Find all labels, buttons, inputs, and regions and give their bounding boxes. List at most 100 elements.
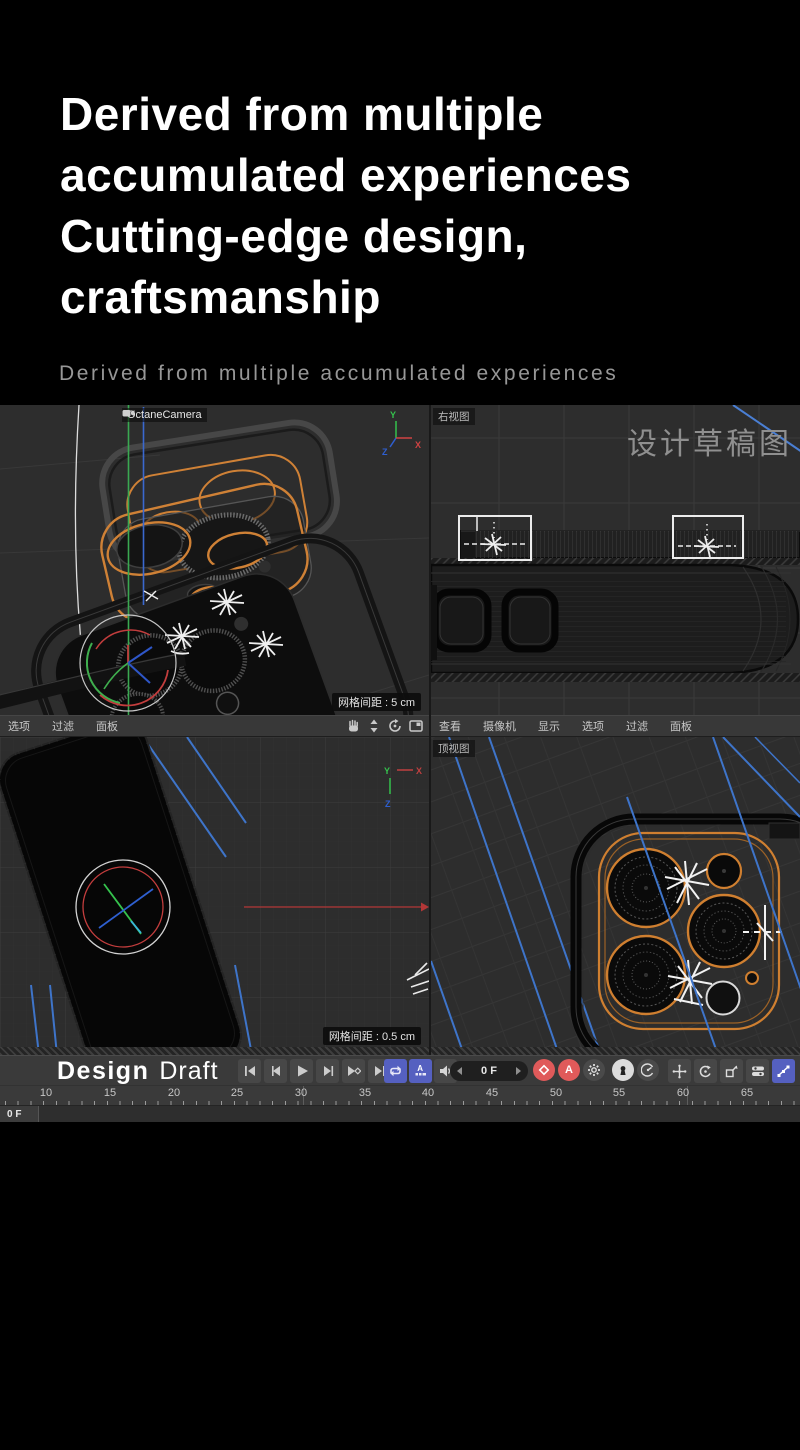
loop-icon bbox=[388, 1064, 403, 1078]
perspective-canvas: Y Z X bbox=[0, 405, 429, 715]
autokey-letter: A bbox=[565, 1064, 573, 1076]
record-keyframe-button[interactable] bbox=[533, 1059, 555, 1081]
record-scale-icon bbox=[724, 1064, 739, 1079]
prev-frame-button[interactable] bbox=[264, 1059, 287, 1083]
record-scale-button[interactable] bbox=[720, 1059, 743, 1083]
viewport-front-view[interactable]: Y X Z 网格间距 : 0.5 cm bbox=[0, 737, 429, 1055]
case-side-wireframe bbox=[431, 531, 800, 682]
title-line: Derived from multiple bbox=[60, 84, 631, 145]
viewport-label: 顶视图 bbox=[433, 740, 475, 757]
ruler-number: 10 bbox=[36, 1087, 56, 1099]
ruler-number: 55 bbox=[609, 1087, 629, 1099]
position-lock-icon bbox=[617, 1064, 629, 1077]
playhead[interactable]: 0 F bbox=[0, 1106, 39, 1122]
viewport-label: 右视图 bbox=[433, 408, 475, 425]
frame-prev-icon[interactable] bbox=[457, 1067, 462, 1075]
axis-indicator: Y Z X bbox=[382, 410, 421, 457]
loop-toggle[interactable] bbox=[384, 1059, 407, 1083]
texture-strip bbox=[0, 1047, 800, 1055]
ruler-number: 60 bbox=[673, 1087, 693, 1099]
ruler-number: 40 bbox=[418, 1087, 438, 1099]
record-position-icon bbox=[672, 1064, 687, 1079]
menu-panel[interactable]: 面板 bbox=[96, 718, 118, 734]
camera-label-text: OctaneCamera bbox=[127, 409, 202, 421]
axis-y-label: Y bbox=[390, 410, 396, 420]
lens bbox=[607, 936, 685, 1014]
record-rotation-button[interactable] bbox=[694, 1059, 717, 1083]
rotation-gauge-button[interactable] bbox=[637, 1059, 659, 1081]
menu-options[interactable]: 选项 bbox=[8, 718, 30, 734]
goto-start-button[interactable] bbox=[238, 1059, 261, 1083]
toggle-view-icon[interactable] bbox=[409, 719, 423, 733]
menubar-right: 查看 摄像机 显示 选项 过滤 面板 bbox=[431, 716, 714, 736]
timeline-track[interactable]: 0 F bbox=[0, 1105, 800, 1122]
ruler-number: 25 bbox=[227, 1087, 247, 1099]
timeline-toggles: A bbox=[384, 1059, 457, 1083]
lens bbox=[607, 849, 685, 927]
keyframe-diamond-icon bbox=[538, 1064, 550, 1076]
viewport-right-view[interactable]: 右视图 设计草稿图 bbox=[431, 405, 800, 715]
camera-label[interactable]: OctaneCamera bbox=[122, 408, 207, 422]
ruler-number: 50 bbox=[546, 1087, 566, 1099]
menubar-left: 选项 过滤 面板 bbox=[0, 716, 431, 736]
autokey-range-icon: A bbox=[413, 1064, 428, 1078]
autokey-range-toggle[interactable]: A bbox=[409, 1059, 432, 1083]
pan-hand-icon[interactable] bbox=[346, 719, 360, 733]
current-frame-field[interactable]: 0 F bbox=[450, 1061, 528, 1081]
zoom-icon[interactable] bbox=[367, 719, 381, 733]
playback-controls bbox=[238, 1059, 391, 1083]
lens bbox=[688, 895, 760, 967]
frame-next-icon[interactable] bbox=[516, 1067, 521, 1075]
record-pla-icon bbox=[776, 1064, 791, 1078]
menu-camera[interactable]: 摄像机 bbox=[483, 718, 516, 734]
axis-z-label: Z bbox=[382, 447, 388, 457]
ruler-number: 35 bbox=[355, 1087, 375, 1099]
viewport-menubar: 选项 过滤 面板 bbox=[0, 715, 800, 737]
record-parameter-icon bbox=[750, 1064, 766, 1078]
svg-text:A: A bbox=[417, 1064, 423, 1073]
next-frame-icon bbox=[321, 1065, 335, 1077]
next-frame-button[interactable] bbox=[316, 1059, 339, 1083]
keyframe-settings-icon bbox=[587, 1063, 601, 1077]
viewport-nav-icons bbox=[346, 719, 431, 733]
grid-spacing-badge: 网格间距 : 0.5 cm bbox=[323, 1027, 421, 1045]
top-view-canvas bbox=[431, 737, 800, 1055]
keyframe-settings-button[interactable] bbox=[583, 1059, 605, 1081]
timeline-bar: A 0 F bbox=[0, 1055, 800, 1122]
ruler-number: 30 bbox=[291, 1087, 311, 1099]
play-keyframe-icon bbox=[346, 1065, 361, 1077]
title-line: Cutting-edge design, bbox=[60, 206, 631, 267]
c4d-editor: Y Z X OctaneCamera 网格间距 : 5 cm bbox=[0, 405, 800, 1055]
menu-filter[interactable]: 过滤 bbox=[52, 718, 74, 734]
page-title: Derived from multiple accumulated experi… bbox=[60, 84, 631, 328]
ruler-number: 65 bbox=[737, 1087, 757, 1099]
viewport-divider bbox=[429, 405, 431, 1055]
record-pla-button[interactable] bbox=[772, 1059, 795, 1083]
play-button[interactable] bbox=[290, 1059, 313, 1083]
menu-display[interactable]: 显示 bbox=[538, 718, 560, 734]
autokey-button[interactable]: A bbox=[558, 1059, 580, 1081]
menu-panel[interactable]: 面板 bbox=[670, 718, 692, 734]
channel-record-buttons bbox=[668, 1059, 795, 1083]
play-keyframe-button[interactable] bbox=[342, 1059, 365, 1083]
frame-value: 0 F bbox=[481, 1065, 497, 1077]
menu-view[interactable]: 查看 bbox=[439, 718, 461, 734]
axis-x-label: X bbox=[416, 766, 422, 776]
ruler-number: 15 bbox=[100, 1087, 120, 1099]
page: Derived from multiple accumulated experi… bbox=[0, 0, 800, 1450]
menu-filter[interactable]: 过滤 bbox=[626, 718, 648, 734]
flash bbox=[707, 854, 741, 888]
timeline-ruler[interactable]: 10 15 20 25 30 35 40 45 50 55 60 65 bbox=[0, 1085, 800, 1105]
viewport-perspective[interactable]: Y Z X OctaneCamera 网格间距 : 5 cm bbox=[0, 405, 429, 715]
record-position-button[interactable] bbox=[668, 1059, 691, 1083]
viewport-top-view[interactable]: 顶视图 bbox=[431, 737, 800, 1055]
mic-ring bbox=[746, 972, 758, 984]
timeline-controls-row: A 0 F bbox=[0, 1055, 800, 1085]
menu-options[interactable]: 选项 bbox=[582, 718, 604, 734]
orbit-icon[interactable] bbox=[388, 719, 402, 733]
record-parameter-button[interactable] bbox=[746, 1059, 769, 1083]
position-lock-button[interactable] bbox=[612, 1059, 634, 1081]
title-line: craftsmanship bbox=[60, 267, 631, 328]
design-draft-watermark: 设计草稿图 bbox=[627, 419, 792, 463]
playhead-label: 0 F bbox=[0, 1109, 21, 1120]
